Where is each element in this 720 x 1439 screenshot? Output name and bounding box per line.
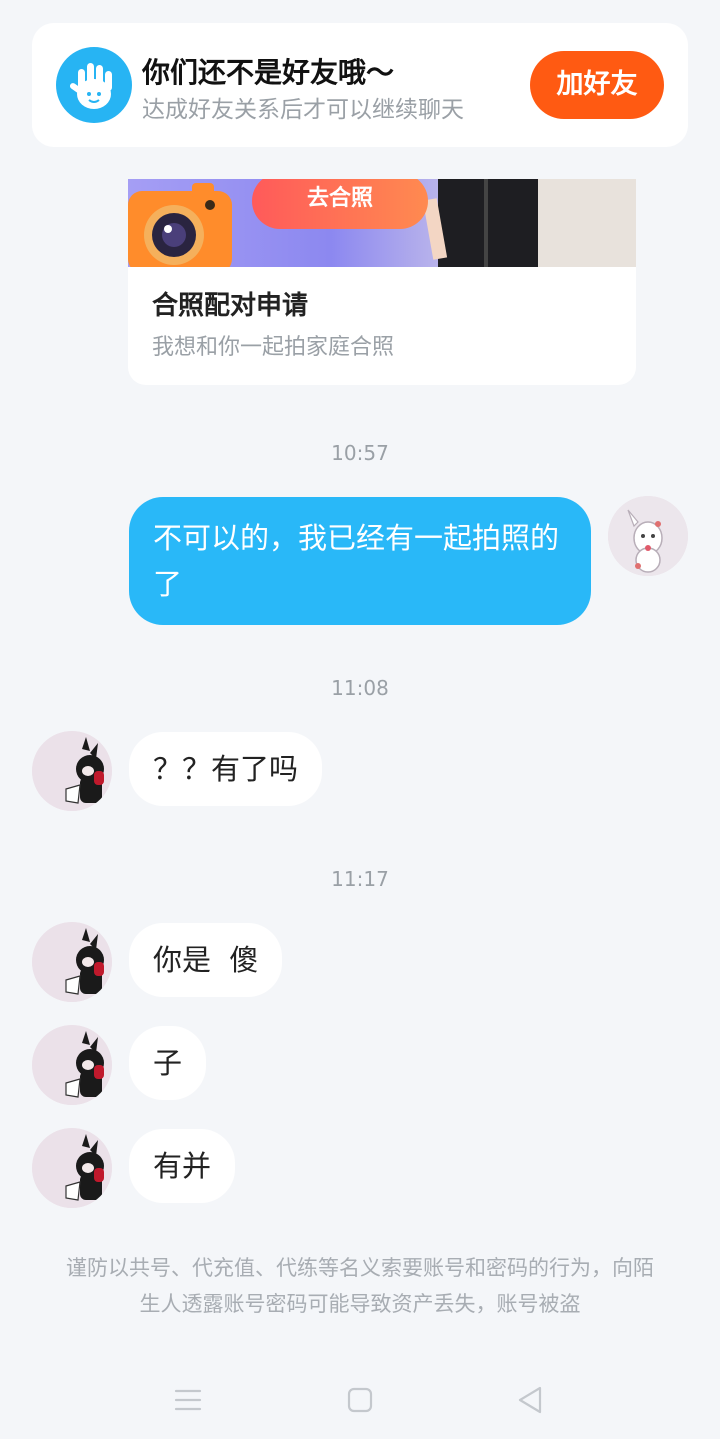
outgoing-message[interactable]: 不可以的，我已经有一起拍照的了 [129, 497, 591, 625]
contact-avatar[interactable] [32, 1025, 112, 1105]
timestamp: 11:08 [331, 676, 389, 700]
incoming-message[interactable]: 有并 [129, 1129, 236, 1203]
contact-avatar[interactable] [32, 1128, 112, 1208]
my-avatar[interactable] [608, 496, 688, 576]
home-icon[interactable] [340, 1380, 380, 1420]
go-photo-button[interactable]: 去合照 [252, 179, 428, 229]
chat-screen: 你们还不是好友哦～ 达成好友关系后才可以继续聊天 加好友 去合照 合照配对申请 … [0, 0, 720, 1439]
card-title: 合照配对申请 [152, 291, 309, 321]
card-description: 我想和你一起拍家庭合照 [152, 335, 395, 360]
card-banner-image: 去合照 [128, 179, 636, 267]
timestamp: 11:17 [331, 867, 389, 891]
incoming-message[interactable]: 子 [129, 1026, 207, 1100]
back-icon[interactable] [510, 1380, 550, 1420]
contact-avatar[interactable] [32, 922, 112, 1002]
friend-request-banner: 你们还不是好友哦～ 达成好友关系后才可以继续聊天 加好友 [32, 23, 688, 147]
banner-subtitle: 达成好友关系后才可以继续聊天 [142, 97, 464, 123]
waving-hand-icon [56, 47, 132, 123]
incoming-message[interactable]: ？？有了吗 [129, 732, 323, 806]
system-nav-bar [0, 1360, 720, 1439]
menu-icon[interactable] [168, 1380, 208, 1420]
timestamp: 10:57 [331, 441, 389, 465]
add-friend-button[interactable]: 加好友 [530, 51, 664, 119]
security-notice: 谨防以共号、代充值、代练等名义索要账号和密码的行为，向陌生人透露账号密码可能导致… [66, 1256, 654, 1316]
contact-avatar[interactable] [32, 731, 112, 811]
banner-title: 你们还不是好友哦～ [142, 56, 395, 89]
incoming-message[interactable]: 你是 傻 [129, 923, 283, 997]
photo-pairing-card[interactable]: 去合照 合照配对申请 我想和你一起拍家庭合照 [128, 179, 636, 385]
